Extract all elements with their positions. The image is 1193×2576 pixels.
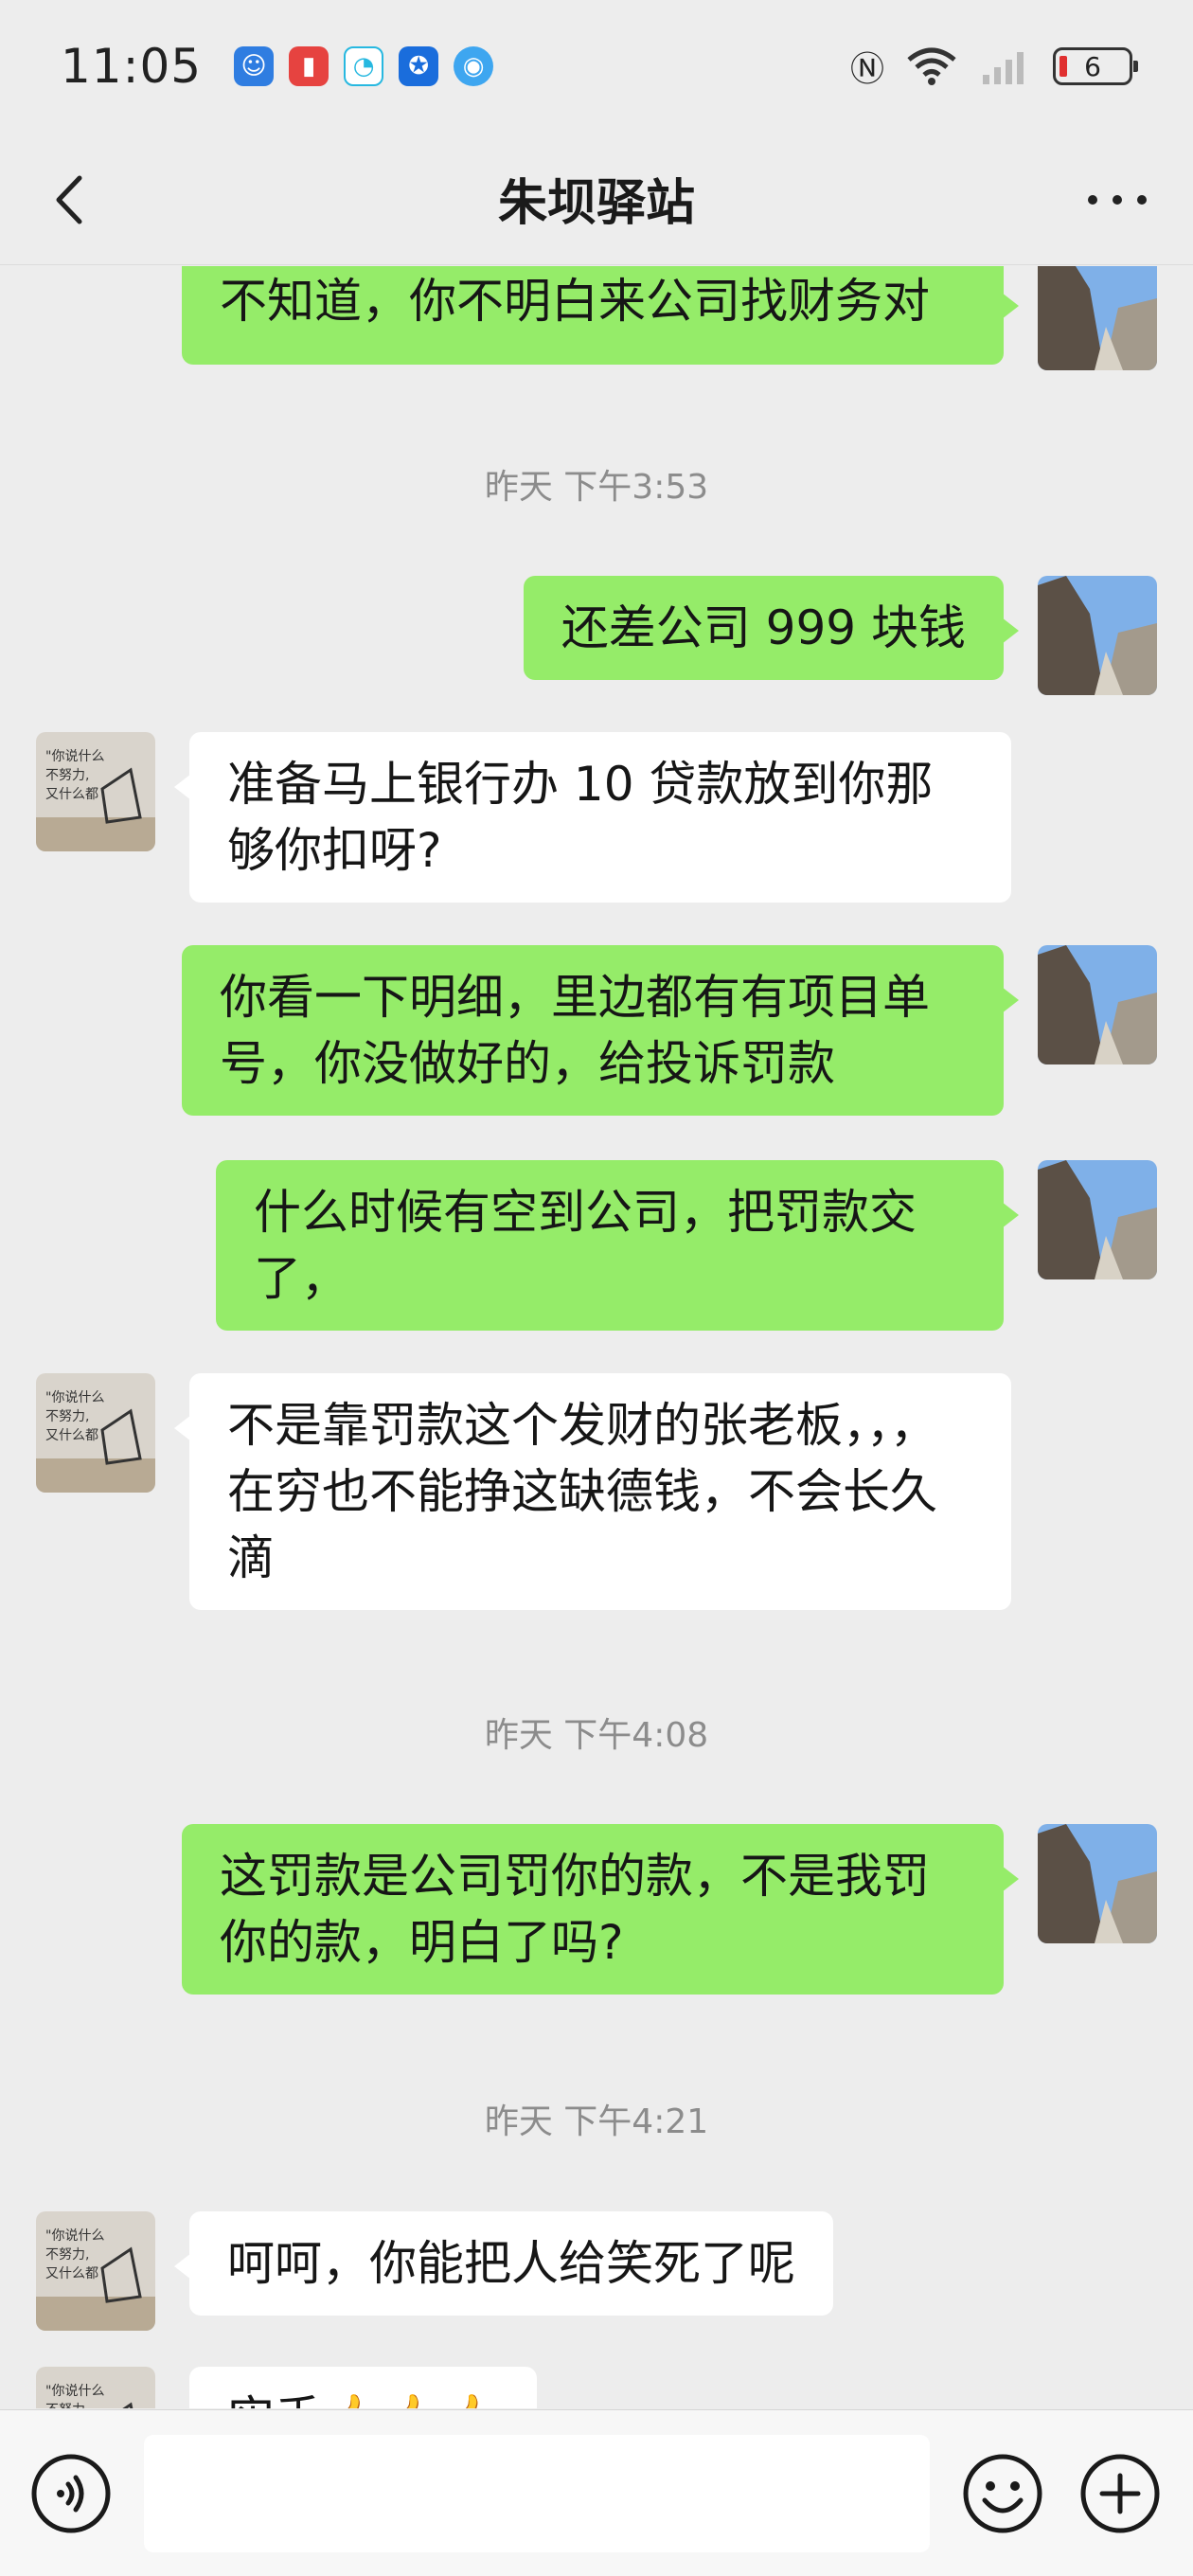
contact-avatar[interactable]: "你说什么 不努力, 又什么都 xyxy=(36,2211,155,2331)
message-input[interactable] xyxy=(144,2435,930,2552)
message-sent: 什么时候有空到公司，把罚款交了， xyxy=(216,1160,1157,1331)
timestamp: 昨天 下午3:53 xyxy=(484,468,709,507)
message-text: 不知道，你不明白来公司找财务对 xyxy=(220,274,930,329)
message-bubble[interactable]: 还差公司 999 块钱 xyxy=(523,576,1020,680)
message-received: "你说什么 不努力, 又什么都 呵呵，你能把人给笑死了呢 xyxy=(36,2211,833,2331)
svg-text:"你说什么: "你说什么 xyxy=(45,1390,104,1405)
message-bubble[interactable]: 这罚款是公司罚你的款，不是我罚你的款，明白了吗? xyxy=(182,1824,1019,1995)
more-options-icon[interactable] xyxy=(1079,167,1155,233)
svg-text:不努力,: 不努力, xyxy=(45,768,89,783)
svg-text:不努力,: 不努力, xyxy=(45,1409,89,1424)
status-bar: 11:05 ☺ ▮ ◔ ✪ ◉ Ⓝ 6 xyxy=(0,0,1193,133)
message-bubble[interactable]: 不知道，你不明白来公司找财务对 xyxy=(182,266,1019,365)
message-bubble[interactable]: 你看一下明细，里边都有有项目单号，你没做好的，给投诉罚款 xyxy=(182,945,1019,1116)
app-notification-blue-icon: ☺ xyxy=(234,46,275,86)
message-sent: 不知道，你不明白来公司找财务对 xyxy=(182,266,1157,370)
svg-text:又什么都: 又什么都 xyxy=(45,2266,98,2281)
message-bubble[interactable]: 不是靠罚款这个发财的张老板，，，在穷也不能挣这缺德钱，不会长久滴 xyxy=(174,1373,1011,1610)
status-time: 11:05 xyxy=(61,39,203,94)
svg-text:"你说什么: "你说什么 xyxy=(45,2228,104,2244)
svg-text:"你说什么: "你说什么 xyxy=(45,2384,104,2399)
message-bubble[interactable]: 什么时候有空到公司，把罚款交了， xyxy=(216,1160,1019,1331)
message-sent: 你看一下明细，里边都有有项目单号，你没做好的，给投诉罚款 xyxy=(182,945,1157,1116)
signal-icon xyxy=(983,52,1024,84)
message-received: "你说什么 不努力, 又什么都 准备马上银行办 10 贷款放到你那够你扣呀? xyxy=(36,732,1011,903)
contact-avatar[interactable]: "你说什么 不努力, 又什么都 xyxy=(36,2367,155,2408)
svg-text:不努力,: 不努力, xyxy=(45,2403,89,2408)
svg-text:不努力,: 不努力, xyxy=(45,2247,89,2263)
message-bubble[interactable]: 实手👍👍👍 xyxy=(189,2367,537,2408)
battery-level: 6 xyxy=(1084,50,1101,82)
wifi-icon xyxy=(907,47,956,85)
message-received: "你说什么 不努力, 又什么都 不是靠罚款这个发财的张老板，，，在穷也不能挣这缺… xyxy=(36,1373,1011,1610)
emoji-icon[interactable] xyxy=(962,2453,1043,2534)
plus-icon[interactable] xyxy=(1079,2453,1161,2534)
message-text: 什么时候有空到公司，把罚款交了， xyxy=(254,1185,917,1306)
voice-input-icon[interactable] xyxy=(30,2453,112,2534)
message-sent: 这罚款是公司罚你的款，不是我罚你的款，明白了吗? xyxy=(182,1824,1157,1995)
message-text: 你看一下明细，里边都有有项目单号，你没做好的，给投诉罚款 xyxy=(220,970,930,1091)
chat-title: 朱坝驿站 xyxy=(497,175,695,232)
lightbulb-notification-icon: ✪ xyxy=(399,46,439,86)
svg-text:"你说什么: "你说什么 xyxy=(45,749,104,764)
my-avatar[interactable] xyxy=(1038,576,1157,695)
message-text: 不是靠罚款这个发财的张老板，，，在穷也不能挣这缺德钱，不会长久滴 xyxy=(227,1398,937,1585)
globe-notification-icon: ◉ xyxy=(454,46,494,86)
message-received: "你说什么 不努力, 又什么都 实手👍👍👍 xyxy=(36,2367,537,2408)
contact-avatar[interactable]: "你说什么 不努力, 又什么都 xyxy=(36,1373,155,1493)
timestamp: 昨天 下午4:21 xyxy=(484,2102,709,2141)
svg-text:又什么都: 又什么都 xyxy=(45,1428,98,1443)
message-text: 呵呵，你能把人给笑死了呢 xyxy=(227,2236,795,2291)
chat-bubble-notification-icon: ◔ xyxy=(344,46,384,86)
message-text: 这罚款是公司罚你的款，不是我罚你的款，明白了吗? xyxy=(220,1849,930,1970)
message-text: 实手👍👍👍 xyxy=(227,2391,499,2408)
message-text: 还差公司 999 块钱 xyxy=(561,600,966,655)
timestamp: 昨天 下午4:08 xyxy=(484,1716,709,1755)
svg-text:又什么都: 又什么都 xyxy=(45,787,98,802)
battery-icon: 6 xyxy=(1053,47,1138,85)
my-avatar[interactable] xyxy=(1038,1160,1157,1279)
input-bar xyxy=(0,2409,1193,2576)
chat-area[interactable]: 不知道，你不明白来公司找财务对 昨天 下午3:53 还差公司 999 块钱 "你… xyxy=(0,266,1193,2408)
my-avatar[interactable] xyxy=(1038,266,1157,370)
nfc-icon: Ⓝ xyxy=(849,50,884,89)
chat-header: 朱坝驿站 xyxy=(0,133,1193,265)
message-bubble[interactable]: 呵呵，你能把人给笑死了呢 xyxy=(174,2211,833,2316)
contact-avatar[interactable]: "你说什么 不努力, 又什么都 xyxy=(36,732,155,851)
my-avatar[interactable] xyxy=(1038,1824,1157,1943)
message-bubble[interactable]: 准备马上银行办 10 贷款放到你那够你扣呀? xyxy=(174,732,1011,903)
back-icon[interactable] xyxy=(38,167,104,233)
app-notification-red-icon: ▮ xyxy=(289,46,329,86)
message-text: 准备马上银行办 10 贷款放到你那够你扣呀? xyxy=(227,757,934,878)
message-sent: 还差公司 999 块钱 xyxy=(523,576,1157,695)
my-avatar[interactable] xyxy=(1038,945,1157,1064)
